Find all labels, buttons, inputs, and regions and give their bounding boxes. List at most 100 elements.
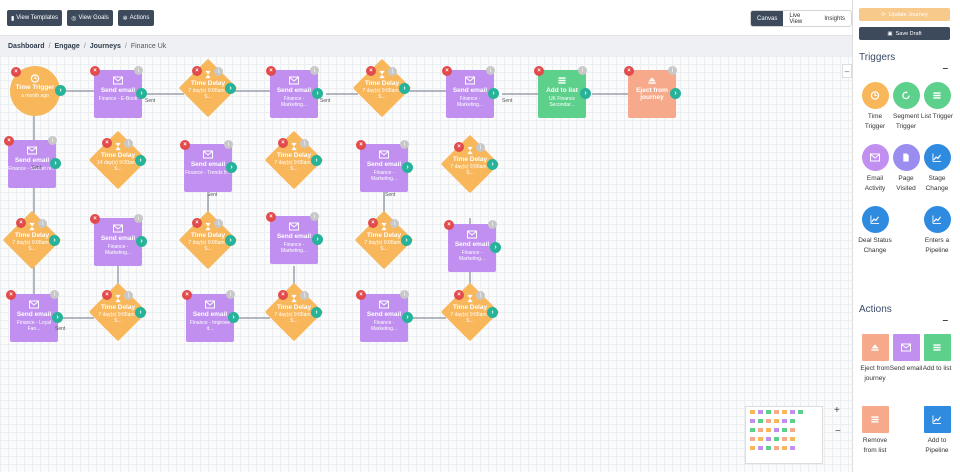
send-email-node[interactable]: Send email Finance - Marketing... <box>446 70 494 118</box>
tab-canvas[interactable]: Canvas <box>751 11 784 26</box>
delete-node-icon[interactable]: × <box>278 290 288 300</box>
delete-node-icon[interactable]: × <box>180 140 190 150</box>
info-icon[interactable]: i <box>48 136 57 145</box>
delete-node-icon[interactable]: × <box>624 66 634 76</box>
delete-node-icon[interactable]: × <box>534 66 544 76</box>
info-icon[interactable]: i <box>488 220 497 229</box>
delete-node-icon[interactable]: × <box>102 138 112 148</box>
next-step-icon[interactable]: › <box>52 312 63 323</box>
delete-node-icon[interactable]: × <box>16 218 26 228</box>
delete-node-icon[interactable]: × <box>102 290 112 300</box>
delete-node-icon[interactable]: × <box>90 66 100 76</box>
send-email-node[interactable]: Send email Finance - Loyal Fan... <box>10 294 58 342</box>
next-step-icon[interactable]: › <box>136 236 147 247</box>
info-icon[interactable]: i <box>226 290 235 299</box>
delete-node-icon[interactable]: × <box>6 290 16 300</box>
delete-node-icon[interactable]: × <box>266 66 276 76</box>
delete-node-icon[interactable]: × <box>4 136 14 146</box>
add-to-list-node[interactable]: Add to list UK Finance Secondar... <box>538 70 586 118</box>
trigger-enters-a-pipeline[interactable]: Enters a Pipeline <box>919 206 955 256</box>
next-step-icon[interactable]: › <box>226 162 237 173</box>
info-icon[interactable]: i <box>668 66 677 75</box>
info-icon[interactable]: i <box>476 143 485 152</box>
send-email-node[interactable]: Send email Finance - Marketing... <box>448 224 496 272</box>
info-icon[interactable]: i <box>134 214 143 223</box>
info-icon[interactable]: i <box>214 67 223 76</box>
journey-canvas[interactable]: Time Trigger a month ago × › Send email … <box>0 56 852 472</box>
delete-node-icon[interactable]: × <box>182 290 192 300</box>
next-step-icon[interactable]: › <box>670 88 681 99</box>
zoom-in-button[interactable]: + <box>834 405 840 416</box>
send-email-node[interactable]: Send email Finance - Marketing... <box>94 218 142 266</box>
view-templates-button[interactable]: ▮ View Templates <box>7 10 62 26</box>
collapse-triggers-button[interactable]: – <box>942 63 948 74</box>
delete-node-icon[interactable]: × <box>90 214 100 224</box>
action-add-to-list[interactable]: Add to list <box>919 334 955 374</box>
zoom-out-button[interactable]: − <box>835 426 841 437</box>
next-step-icon[interactable]: › <box>401 235 412 246</box>
delete-node-icon[interactable]: × <box>454 290 464 300</box>
info-icon[interactable]: i <box>124 139 133 148</box>
info-icon[interactable]: i <box>486 66 495 75</box>
next-step-icon[interactable]: › <box>135 155 146 166</box>
tab-insights[interactable]: Insights <box>818 11 851 26</box>
send-email-node[interactable]: Send email Finance - Marketing... <box>270 70 318 118</box>
delete-node-icon[interactable]: × <box>356 140 366 150</box>
next-step-icon[interactable]: › <box>225 235 236 246</box>
next-step-icon[interactable]: › <box>402 162 413 173</box>
info-icon[interactable]: i <box>300 291 309 300</box>
delete-node-icon[interactable]: × <box>192 218 202 228</box>
delete-node-icon[interactable]: × <box>366 66 376 76</box>
next-step-icon[interactable]: › <box>225 83 236 94</box>
next-step-icon[interactable]: › <box>55 85 66 96</box>
info-icon[interactable]: i <box>310 212 319 221</box>
eject-from-journey-node[interactable]: Eject from journey <box>628 70 676 118</box>
info-icon[interactable]: i <box>50 290 59 299</box>
collapse-sidebar-button[interactable]: – <box>842 64 852 78</box>
breadcrumb-dashboard[interactable]: Dashboard <box>8 43 45 50</box>
delete-node-icon[interactable]: × <box>11 67 21 77</box>
send-email-node[interactable]: Send email Finance - E-Book <box>94 70 142 118</box>
trigger-list-trigger[interactable]: List Trigger <box>919 82 955 122</box>
trigger-deal-status-change[interactable]: Deal Status Change <box>857 206 893 256</box>
next-step-icon[interactable]: › <box>135 307 146 318</box>
info-icon[interactable]: i <box>124 291 133 300</box>
info-icon[interactable]: i <box>390 219 399 228</box>
delete-node-icon[interactable]: × <box>454 142 464 152</box>
next-step-icon[interactable]: › <box>228 312 239 323</box>
info-icon[interactable]: i <box>310 66 319 75</box>
update-journey-button[interactable]: ⟳ Update Journey <box>859 8 950 21</box>
send-email-node[interactable]: Send email Finance - Marketing... <box>270 216 318 264</box>
info-icon[interactable]: i <box>388 67 397 76</box>
next-step-icon[interactable]: › <box>487 159 498 170</box>
send-email-node[interactable]: Send email Finance - Improve it... <box>186 294 234 342</box>
breadcrumb-engage[interactable]: Engage <box>55 43 80 50</box>
delete-node-icon[interactable]: × <box>356 290 366 300</box>
trigger-stage-change[interactable]: Stage Change <box>919 144 955 194</box>
info-icon[interactable]: i <box>300 139 309 148</box>
info-icon[interactable]: i <box>578 66 587 75</box>
delete-node-icon[interactable]: × <box>266 212 276 222</box>
delete-node-icon[interactable]: × <box>442 66 452 76</box>
next-step-icon[interactable]: › <box>402 312 413 323</box>
canvas-minimap[interactable] <box>745 406 823 464</box>
next-step-icon[interactable]: › <box>311 155 322 166</box>
next-step-icon[interactable]: › <box>399 83 410 94</box>
info-icon[interactable]: i <box>134 66 143 75</box>
delete-node-icon[interactable]: × <box>278 138 288 148</box>
send-email-node[interactable]: Send email Finance - Marketing... <box>360 144 408 192</box>
action-add-to-pipeline[interactable]: Add to Pipeline <box>919 406 955 456</box>
send-email-node[interactable]: Send email Finance - Market re... <box>8 140 56 188</box>
info-icon[interactable]: i <box>214 219 223 228</box>
next-step-icon[interactable]: › <box>487 307 498 318</box>
send-email-node[interactable]: Send email Finance - Marketing... <box>360 294 408 342</box>
next-step-icon[interactable]: › <box>311 307 322 318</box>
info-icon[interactable]: i <box>400 140 409 149</box>
next-step-icon[interactable]: › <box>49 235 60 246</box>
actions-button[interactable]: ✲ Actions <box>118 10 154 26</box>
info-icon[interactable]: i <box>400 290 409 299</box>
breadcrumb-journeys[interactable]: Journeys <box>90 43 121 50</box>
next-step-icon[interactable]: › <box>312 234 323 245</box>
info-icon[interactable]: i <box>38 219 47 228</box>
action-remove-from-list[interactable]: Remove from list <box>857 406 893 456</box>
